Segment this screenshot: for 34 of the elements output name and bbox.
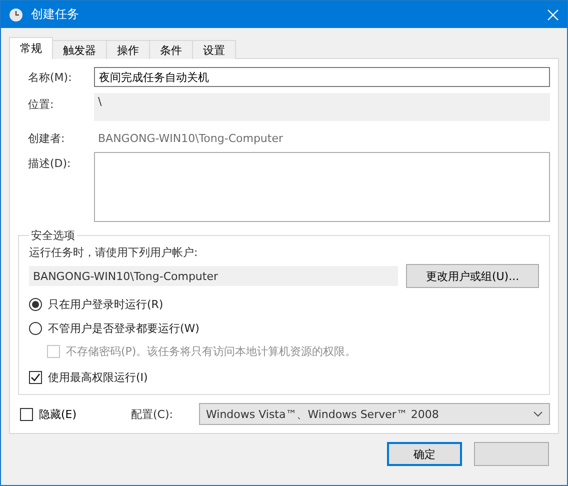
checkbox[interactable] bbox=[20, 408, 33, 420]
author-value: BANGONG-WIN10\Tong-Computer bbox=[97, 132, 284, 145]
window-title: 创建任务 bbox=[31, 6, 80, 23]
checkmark-icon bbox=[30, 372, 41, 382]
name-field[interactable]: 夜间完成任务自动关机 bbox=[94, 67, 550, 87]
description-field[interactable] bbox=[94, 152, 550, 222]
option-label: 使用最高权限运行(I) bbox=[48, 370, 148, 384]
tab[interactable]: 条件 bbox=[149, 40, 193, 59]
field-label: 创建者: bbox=[27, 131, 66, 146]
radio-button[interactable] bbox=[29, 298, 42, 310]
tab[interactable]: 常规 bbox=[9, 37, 53, 59]
account-prompt: 运行任务时，请使用下列用户帐户: bbox=[29, 245, 199, 260]
caret-icon bbox=[533, 411, 543, 417]
option-label: 隐藏(E) bbox=[39, 406, 78, 422]
close-icon[interactable] bbox=[547, 8, 559, 20]
field-label: 名称(M): bbox=[27, 70, 73, 84]
field-label: 描述(D): bbox=[27, 156, 72, 171]
configure-dropdown[interactable]: Windows Vista™、Windows Server™ 2008 bbox=[199, 403, 550, 425]
group-title: 安全选项 bbox=[30, 228, 76, 243]
change-user-button[interactable]: 更改用户或组(U)... bbox=[406, 264, 539, 288]
location-field: \ bbox=[94, 93, 550, 121]
checkbox[interactable] bbox=[29, 370, 42, 384]
tab[interactable]: 操作 bbox=[106, 40, 150, 59]
radio-button[interactable] bbox=[29, 322, 42, 334]
account-field: BANGONG-WIN10\Tong-Computer bbox=[29, 266, 398, 286]
tab[interactable]: 触发器 bbox=[52, 40, 107, 59]
field-label: 配置(C): bbox=[131, 406, 174, 422]
option-label: 不存储密码(P)。该任务将只有访问本地计算机资源的权限。 bbox=[66, 344, 356, 358]
clock-icon bbox=[9, 8, 23, 22]
option-label: 不管用户是否登录都要运行(W) bbox=[48, 320, 200, 336]
tab[interactable]: 设置 bbox=[192, 40, 236, 59]
option-label: 只在用户登录时运行(R) bbox=[48, 296, 164, 312]
field-label: 位置: bbox=[27, 97, 55, 112]
dialog-button[interactable]: 确定 bbox=[387, 442, 462, 466]
